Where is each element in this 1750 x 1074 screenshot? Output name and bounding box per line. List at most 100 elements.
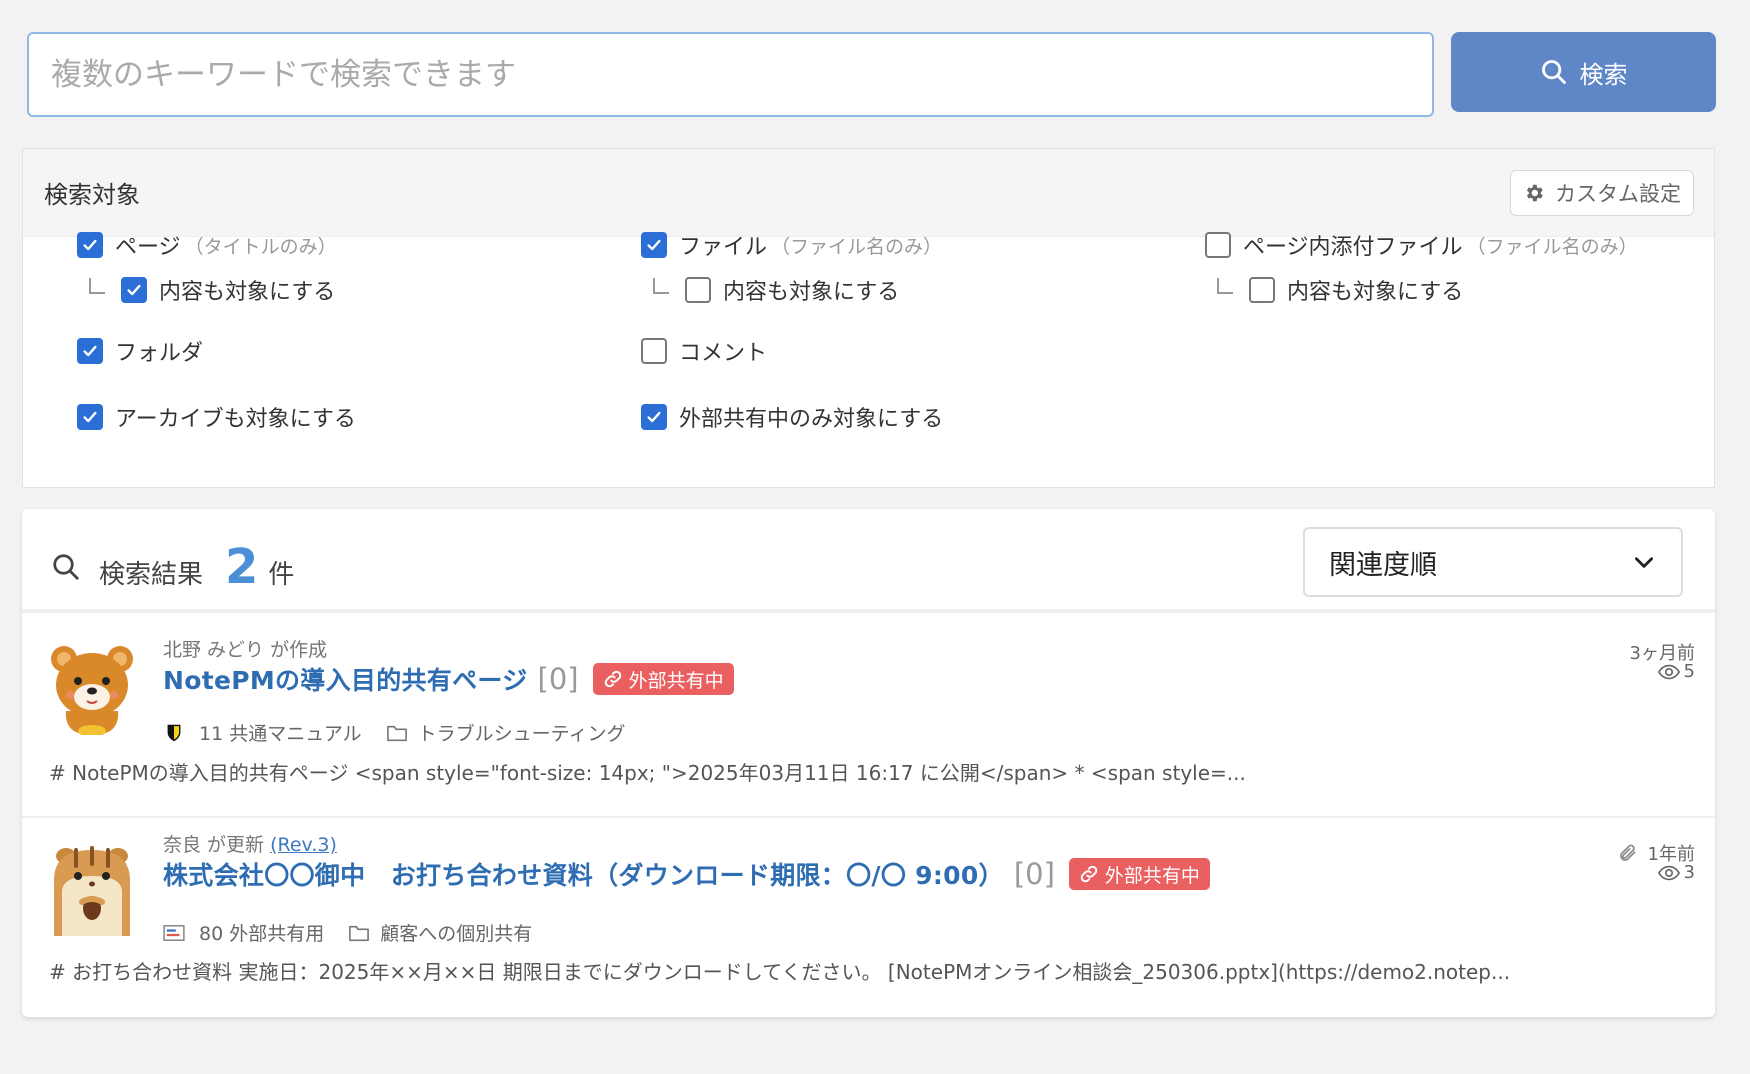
option-folder-label: フォルダ [115, 341, 204, 366]
result-title-line: 株式会社〇〇御中 お打ち合わせ資料（ダウンロード期限：〇/〇 9:00） [0]… [163, 856, 1210, 892]
result-author-meta: 北野 みどり が作成 [163, 639, 328, 661]
result-item: 奈良 が更新 (Rev.3) 株式会社〇〇御中 お打ち合わせ資料（ダウンロード期… [22, 818, 1715, 1017]
option-attachment-content[interactable]: 内容も対象にする [1249, 274, 1463, 306]
sort-selected-value: 関連度順 [1329, 549, 1437, 581]
external-share-badge-label: 外部共有中 [628, 669, 724, 692]
branch-icon [653, 278, 669, 294]
page-content-checkbox[interactable] [121, 277, 147, 303]
results-label: 検索結果 [99, 560, 204, 590]
option-comment[interactable]: コメント [641, 335, 767, 367]
result-title-link[interactable]: 株式会社〇〇御中 お打ち合わせ資料（ダウンロード期限：〇/〇 9:00） [163, 856, 1004, 892]
option-page-content[interactable]: 内容も対象にする [121, 274, 335, 306]
gear-icon [1526, 184, 1543, 201]
paperclip-icon [1619, 844, 1636, 861]
eye-icon [1657, 664, 1680, 679]
search-button[interactable]: 検索 [1451, 32, 1716, 112]
file-content-checkbox[interactable] [685, 277, 711, 303]
search-target-title: 検索対象 [44, 181, 140, 209]
option-comment-label: コメント [679, 341, 768, 366]
external-share-badge: 外部共有中 [1068, 858, 1210, 890]
option-page-note: （タイトルのみ） [184, 235, 337, 258]
result-view-count: 3 [1683, 862, 1695, 883]
check-icon [83, 345, 97, 357]
result-revision-link[interactable]: (Rev.3) [270, 834, 337, 856]
slides-icon [163, 924, 185, 941]
check-icon [647, 411, 661, 423]
option-folder[interactable]: フォルダ [77, 335, 203, 367]
folder-icon [349, 925, 370, 941]
branch-icon [1217, 278, 1233, 294]
results-header: 検索結果 2 件 関連度順 [22, 509, 1715, 613]
option-file[interactable]: ファイル （ファイル名のみ） [641, 229, 942, 261]
sort-select[interactable]: 関連度順 [1303, 527, 1683, 597]
result-author-text: 奈良 が更新 [163, 834, 265, 856]
check-icon [83, 411, 97, 423]
folder-checkbox[interactable] [77, 338, 103, 364]
result-excerpt: # お打ち合わせ資料 実施日：2025年××月××日 期限日までにダウンロードし… [49, 960, 1511, 984]
option-page-content-label: 内容も対象にする [159, 280, 336, 305]
result-path: 80 外部共有用 顧客への個別共有 [163, 919, 532, 946]
shield-icon [167, 724, 181, 741]
result-item: 北野 みどり が作成 NotePMの導入目的共有ページ [0] 外部共有中 11… [22, 617, 1715, 821]
option-page[interactable]: ページ （タイトルのみ） [77, 229, 337, 261]
option-external-only[interactable]: 外部共有中のみ対象にする [641, 401, 943, 433]
result-title-line: NotePMの導入目的共有ページ [0] 外部共有中 [163, 661, 734, 697]
result-excerpt: # NotePMの導入目的共有ページ <span style="font-siz… [49, 761, 1246, 785]
external-share-badge: 外部共有中 [592, 663, 734, 695]
option-file-content-label: 内容も対象にする [723, 280, 900, 305]
results-unit: 件 [268, 560, 295, 590]
result-path: 11 共通マニュアル トラブルシューティング [163, 719, 626, 746]
result-views: 3 [1657, 862, 1695, 883]
custom-settings-label: カスタム設定 [1555, 181, 1681, 206]
option-archive[interactable]: アーカイブも対象にする [77, 401, 356, 433]
page-checkbox[interactable] [77, 232, 103, 258]
search-icon [53, 554, 79, 580]
external-only-checkbox[interactable] [641, 404, 667, 430]
option-attachment-note: （ファイル名のみ） [1466, 235, 1638, 258]
result-view-count: 5 [1683, 661, 1695, 682]
bear-avatar-icon [51, 646, 133, 735]
result-folder-name[interactable]: トラブルシューティング [418, 719, 626, 746]
result-folder-name[interactable]: 顧客への個別共有 [380, 919, 532, 946]
option-file-content[interactable]: 内容も対象にする [685, 274, 899, 306]
comment-checkbox[interactable] [641, 338, 667, 364]
external-share-badge-label: 外部共有中 [1104, 864, 1200, 887]
hamster-avatar-icon [54, 846, 130, 936]
chevron-down-icon [1635, 557, 1653, 568]
search-target-header: 検索対象 カスタム設定 [23, 149, 1714, 237]
option-attachment-label: ページ内添付ファイル [1243, 235, 1463, 260]
option-attachment[interactable]: ページ内添付ファイル （ファイル名のみ） [1205, 229, 1638, 261]
result-author-meta: 奈良 が更新 (Rev.3) [163, 830, 337, 857]
attachment-content-checkbox[interactable] [1249, 277, 1275, 303]
search-icon [1541, 60, 1566, 84]
results-panel: 検索結果 2 件 関連度順 北野 みどり が作成 NotePMの導入目的共有ペー… [22, 509, 1715, 1017]
option-file-label: ファイル [679, 235, 768, 260]
branch-icon [89, 278, 105, 294]
result-note-name[interactable]: 80 外部共有用 [199, 919, 324, 946]
option-archive-label: アーカイブも対象にする [115, 407, 356, 432]
file-checkbox[interactable] [641, 232, 667, 258]
result-title-link[interactable]: NotePMの導入目的共有ページ [163, 661, 528, 697]
check-icon [647, 239, 661, 251]
option-external-only-label: 外部共有中のみ対象にする [679, 407, 944, 432]
search-button-label: 検索 [1579, 60, 1628, 89]
option-file-note: （ファイル名のみ） [771, 235, 943, 258]
search-input[interactable] [27, 32, 1434, 117]
custom-settings-button[interactable]: カスタム設定 [1510, 169, 1694, 216]
check-icon [127, 284, 141, 296]
result-views: 5 [1657, 661, 1695, 682]
result-comment-count: [0] [1013, 857, 1055, 891]
link-icon [604, 670, 621, 688]
result-note-name[interactable]: 11 共通マニュアル [199, 719, 362, 746]
option-page-label: ページ [115, 235, 181, 260]
check-icon [83, 239, 97, 251]
results-count-label: 検索結果 2 件 [51, 539, 294, 595]
eye-icon [1657, 865, 1680, 880]
search-target-panel: 検索対象 カスタム設定 ページ （タイトルのみ） 内容も対象にする フォルダ アー… [22, 148, 1715, 488]
result-comment-count: [0] [537, 662, 579, 696]
attachment-checkbox[interactable] [1205, 232, 1231, 258]
results-count: 2 [225, 539, 259, 595]
archive-checkbox[interactable] [77, 404, 103, 430]
option-attachment-content-label: 内容も対象にする [1287, 280, 1464, 305]
link-icon [1080, 865, 1098, 883]
